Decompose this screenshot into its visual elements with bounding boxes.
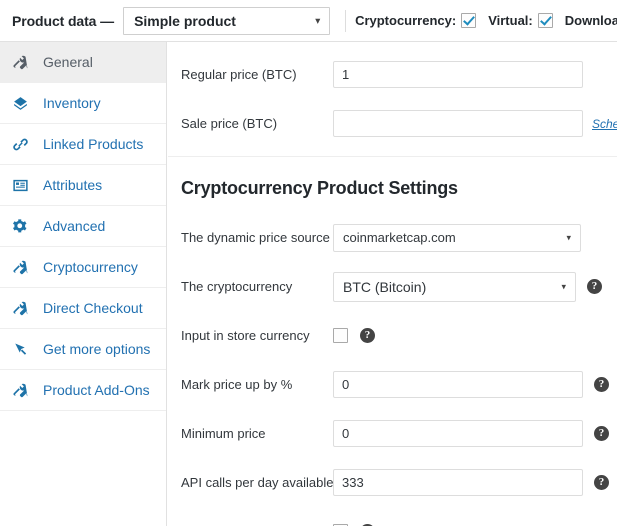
- chevron-down-icon: ▾: [315, 15, 321, 25]
- archive-icon: [13, 94, 35, 112]
- header-divider: [345, 9, 347, 32]
- schedule-sale-link[interactable]: Schedule: [592, 117, 617, 131]
- sidebar-item-get-more-options[interactable]: Get more options: [0, 329, 166, 370]
- sidebar-item-label: Product Add-Ons: [43, 382, 150, 398]
- help-icon[interactable]: ?: [594, 426, 609, 441]
- row-markup-percent: Mark price up by % 0 ?: [168, 360, 617, 409]
- api-calls-value: 333: [342, 475, 364, 490]
- cryptocurrency-select[interactable]: BTC (Bitcoin) ▾: [333, 271, 576, 302]
- row-base-price-display: Base price display ?: [168, 507, 617, 526]
- markup-percent-label: Mark price up by %: [181, 377, 293, 392]
- sidebar-item-product-add-ons[interactable]: Product Add-Ons: [0, 370, 166, 411]
- sidebar-item-label: Get more options: [43, 341, 151, 357]
- help-icon[interactable]: ?: [594, 475, 609, 490]
- sidebar-item-advanced[interactable]: Advanced: [0, 206, 166, 247]
- link-icon: [13, 135, 35, 153]
- regular-price-value: 1: [342, 67, 350, 82]
- minimum-price-input[interactable]: 0: [333, 420, 583, 447]
- regular-price-input[interactable]: 1: [333, 61, 583, 88]
- sidebar-item-label: General: [43, 54, 93, 70]
- markup-percent-value: 0: [342, 377, 350, 392]
- sale-price-input[interactable]: [333, 110, 583, 137]
- wrench-icon: [13, 299, 35, 317]
- sidebar-item-linked-products[interactable]: Linked Products: [0, 124, 166, 165]
- minimum-price-value: 0: [342, 426, 350, 441]
- sidebar-item-general[interactable]: General: [0, 42, 166, 83]
- product-type-value: Simple product: [134, 12, 236, 29]
- price-source-value: coinmarketcap.com: [343, 230, 456, 245]
- cryptocurrency-value: BTC (Bitcoin): [343, 278, 427, 295]
- cryptocurrency-label: The cryptocurrency: [181, 279, 293, 294]
- product-data-tabs: General Inventory Linked Products Attrib…: [0, 42, 167, 526]
- regular-price-label: Regular price (BTC): [181, 67, 297, 82]
- sidebar-item-label: Linked Products: [43, 136, 144, 152]
- product-type-select[interactable]: Simple product ▾: [123, 6, 331, 35]
- help-icon[interactable]: ?: [594, 377, 609, 392]
- cursor-icon: [13, 340, 35, 358]
- toggle-downloadable-label: Downloadable:: [564, 13, 617, 28]
- cryptocurrency-checkbox[interactable]: [461, 13, 477, 28]
- row-regular-price: Regular price (BTC) 1: [168, 50, 617, 99]
- sidebar-item-attributes[interactable]: Attributes: [0, 165, 166, 206]
- row-api-calls: API calls per day available 333 ?: [168, 458, 617, 507]
- page-title: Product data —: [12, 12, 115, 29]
- toggle-virtual-label: Virtual:: [488, 13, 533, 28]
- wrench-icon: [13, 53, 35, 71]
- wrench-icon: [13, 258, 35, 276]
- minimum-price-label: Minimum price: [181, 426, 266, 441]
- input-store-currency-checkbox[interactable]: [333, 328, 348, 343]
- sidebar-item-label: Attributes: [43, 177, 103, 193]
- help-icon[interactable]: ?: [587, 279, 602, 294]
- crypto-settings-title: Cryptocurrency Product Settings: [181, 178, 458, 198]
- price-source-label: The dynamic price source: [181, 230, 330, 245]
- wrench-icon: [13, 381, 35, 399]
- chevron-down-icon: ▾: [561, 281, 566, 291]
- general-tab-panel: Regular price (BTC) 1 Sale price (BTC) S…: [168, 42, 617, 526]
- row-price-source: The dynamic price source coinmarketcap.c…: [168, 213, 617, 262]
- list-view-icon: [13, 176, 35, 194]
- input-store-currency-label: Input in store currency: [181, 328, 310, 343]
- row-sale-price: Sale price (BTC) Schedule: [168, 99, 617, 148]
- row-minimum-price: Minimum price 0 ?: [168, 409, 617, 458]
- toggle-downloadable[interactable]: Downloadable:: [565, 13, 617, 28]
- sidebar-item-cryptocurrency[interactable]: Cryptocurrency: [0, 247, 166, 288]
- sidebar-item-label: Direct Checkout: [43, 300, 143, 316]
- sale-price-label: Sale price (BTC): [181, 116, 278, 131]
- sidebar-item-label: Cryptocurrency: [43, 259, 138, 275]
- api-calls-input[interactable]: 333: [333, 469, 583, 496]
- sidebar-item-inventory[interactable]: Inventory: [0, 83, 166, 124]
- sidebar-item-label: Advanced: [43, 218, 106, 234]
- product-data-header: Product data — Simple product ▾ Cryptocu…: [0, 0, 617, 42]
- row-cryptocurrency: The cryptocurrency BTC (Bitcoin) ▾ ?: [168, 262, 617, 311]
- gear-icon: [13, 217, 35, 235]
- help-icon[interactable]: ?: [360, 328, 375, 343]
- price-source-select[interactable]: coinmarketcap.com ▾: [333, 223, 581, 252]
- toggle-virtual[interactable]: Virtual:: [488, 13, 553, 28]
- toggle-cryptocurrency-label: Cryptocurrency:: [355, 13, 457, 28]
- row-input-store-currency: Input in store currency ?: [168, 311, 617, 360]
- chevron-down-icon: ▾: [566, 232, 571, 242]
- product-data-panel: Product data — Simple product ▾ Cryptocu…: [0, 0, 617, 526]
- markup-percent-input[interactable]: 0: [333, 371, 583, 398]
- sidebar-item-label: Inventory: [43, 95, 101, 111]
- toggle-cryptocurrency[interactable]: Cryptocurrency:: [355, 13, 477, 28]
- sidebar-item-direct-checkout[interactable]: Direct Checkout: [0, 288, 166, 329]
- api-calls-label: API calls per day available: [181, 475, 334, 490]
- virtual-checkbox[interactable]: [537, 13, 553, 28]
